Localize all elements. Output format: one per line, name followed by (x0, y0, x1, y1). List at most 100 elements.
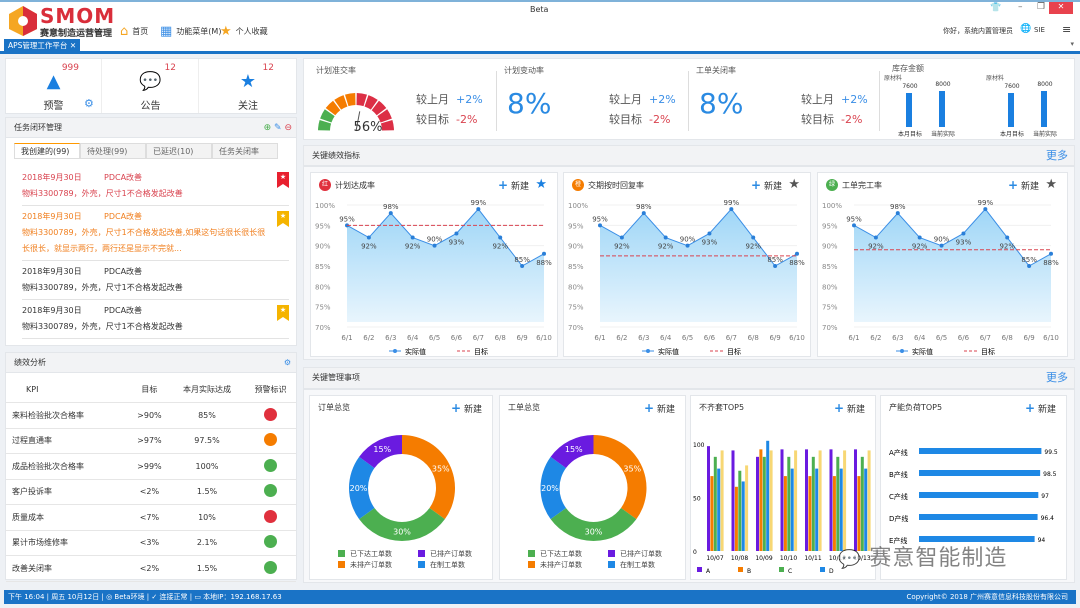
y-category-label: A产线 (889, 448, 908, 457)
new-button[interactable]: + 新建 (1008, 178, 1039, 192)
star-icon[interactable]: ★ (1045, 177, 1057, 192)
close-button[interactable]: ✕ (1049, 2, 1073, 14)
language-label[interactable]: SIE (1034, 26, 1045, 34)
task-item[interactable]: 2018年9月30日 PDCA改善 物料3300789，外壳，尺寸1不合格发起改善… (22, 209, 289, 261)
nav-menu[interactable]: ▦ 功能菜单(M) (160, 24, 221, 39)
refresh-settings-icon[interactable]: ⚙ (84, 97, 94, 110)
bar (794, 450, 798, 551)
nav-favorites[interactable]: ★ 个人收藏 (220, 24, 268, 39)
x-tick-label: 6/8 (748, 334, 759, 342)
bar (815, 468, 819, 551)
chart-card: 订单总览 + 新建 35% 30% 20% 15% 已下达工单数 已排产订单数 未排产订单数… (309, 395, 493, 580)
data-label: 90% (934, 236, 950, 244)
status-dot (264, 433, 278, 447)
data-point (498, 235, 503, 240)
data-point (1027, 264, 1032, 268)
globe-icon[interactable]: 🌐 (1020, 24, 1031, 34)
edit-icon[interactable]: ✎ (274, 123, 282, 133)
monitor-icon: ▭ (194, 593, 201, 601)
data-point (939, 243, 944, 248)
grid-menu-icon: ▦ (160, 24, 173, 39)
new-button[interactable]: + 新建 (451, 401, 482, 415)
inventory-bar (1041, 91, 1047, 127)
data-label: 95% (846, 215, 862, 223)
section-key-management: 关键管理事项 更多 (303, 367, 1075, 389)
data-point (663, 235, 668, 240)
stat-2[interactable]: 12 ★ 关注 (200, 59, 296, 113)
new-button[interactable]: + 新建 (1025, 401, 1056, 415)
x-tick-label: 6/1 (848, 334, 859, 342)
bar (720, 450, 724, 551)
stat-1[interactable]: 12 💬 公告 (103, 59, 199, 113)
donut-slice[interactable] (402, 435, 455, 520)
donut-slice[interactable] (593, 435, 647, 520)
status-dot (264, 535, 278, 549)
star-icon[interactable]: ★ (788, 177, 800, 192)
more-link[interactable]: 更多 (1046, 368, 1068, 388)
bar-value: 7600 (902, 82, 918, 90)
legend-actual: 实际值 (658, 347, 679, 356)
task-tab-1[interactable]: 待处理(99) (80, 143, 146, 159)
data-point (873, 235, 878, 240)
remove-icon[interactable]: ⊖ (284, 123, 292, 133)
chart-card: 橙交期按时回复率 + 新建 ★ 70% 75% 80% 85% 90% 95% 100% 95%… (563, 172, 811, 357)
hamburger-menu-icon[interactable]: ≡ (1062, 23, 1071, 36)
new-button[interactable]: + 新建 (834, 401, 865, 415)
gauge-value: 56% (354, 120, 383, 135)
x-tick-label: 6/3 (385, 334, 396, 342)
legend-swatch (338, 550, 345, 557)
table-row: 累计市场维修率 <3% 2.1% (6, 530, 296, 556)
table-row: 过程直通率 >97% 97.5% (6, 428, 296, 454)
restore-button[interactable]: ❐ (1037, 2, 1045, 12)
bar (759, 449, 763, 551)
settings-icon[interactable]: ⚙ (284, 353, 291, 373)
task-tab-3[interactable]: 任务关闭率 (212, 143, 278, 159)
warning-icon: ▲ (46, 71, 61, 92)
legend-swatch (338, 561, 345, 568)
bookmark-star-icon[interactable]: ★ (277, 211, 289, 227)
chart-card: 红计划达成率 + 新建 ★ 70% 75% 80% 85% 90% 95% 100% 95% 92… (310, 172, 558, 357)
legend-label: 未排产订单数 (350, 560, 392, 569)
legend-swatch (528, 550, 535, 557)
data-label: 93% (956, 238, 972, 246)
minimize-button[interactable]: – (1018, 2, 1023, 12)
bar-value: 99.5 (1044, 449, 1058, 456)
new-button[interactable]: + 新建 (498, 178, 529, 192)
legend-label: 已下达工单数 (350, 549, 392, 558)
skin-icon[interactable]: 👕 (990, 3, 1001, 13)
legend-swatch (528, 561, 535, 568)
plus-icon: + (498, 178, 509, 192)
x-tick-label: 6/6 (704, 334, 716, 342)
nav-home[interactable]: ⌂ 首页 (120, 24, 148, 39)
star-icon[interactable]: ★ (535, 177, 547, 192)
compare-target: 较目标 -2% (416, 113, 478, 126)
more-link[interactable]: 更多 (1046, 146, 1068, 166)
task-item[interactable]: 2018年9月30日 PDCA改善 物料3300789，外壳，尺寸1不合格发起改善… (22, 303, 289, 339)
bar-value: 7600 (1004, 82, 1020, 90)
x-tick-label: 6/7 (980, 334, 991, 342)
level-badge: 橙 (572, 179, 584, 191)
table-row: 成品检验批次合格率 >99% 100% (6, 453, 296, 480)
chat-icon: 💬 (139, 71, 162, 92)
bookmark-star-icon[interactable]: ★ (277, 172, 289, 188)
data-label: 99% (724, 199, 740, 207)
y-tick-label: 90% (822, 243, 838, 251)
bar-label: 本月目标 (999, 131, 1024, 138)
bookmark-star-icon[interactable]: ★ (277, 305, 289, 321)
close-tab-icon[interactable]: ✕ (70, 41, 76, 50)
y-tick-label: 75% (568, 304, 584, 312)
data-point (707, 231, 712, 236)
tab-dropdown-icon[interactable]: ▾ (1070, 40, 1074, 48)
legend-label: 在制工单数 (620, 560, 655, 569)
new-button[interactable]: + 新建 (751, 178, 782, 192)
y-category-label: C产线 (889, 492, 908, 501)
new-button[interactable]: + 新建 (644, 401, 675, 415)
add-icon[interactable]: ⊕ (264, 123, 272, 133)
task-tab-0[interactable]: 我创建的(99) (14, 143, 80, 159)
data-point (729, 207, 734, 212)
task-tab-2[interactable]: 已延迟(10) (146, 143, 212, 159)
tab-aps-workbench[interactable]: APS管理工作平台 ✕ (4, 39, 81, 52)
data-label: 88% (789, 259, 805, 267)
task-item[interactable]: 2018年9月30日 PDCA改善 物料3300789，外壳，尺寸1不合格发起改善… (22, 170, 289, 206)
task-item[interactable]: 2018年9月30日 PDCA改善 物料3300789，外壳，尺寸1不合格发起改善 (22, 264, 289, 300)
